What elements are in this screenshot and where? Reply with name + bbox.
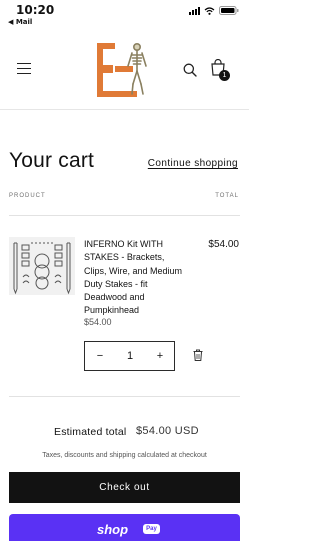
continue-shopping-link[interactable]: Continue shopping — [148, 158, 238, 169]
status-bar: 10:20 ◀ Mail — [0, 0, 249, 30]
estimated-total-value: $54.00 USD — [136, 425, 199, 437]
column-header-product: PRODUCT — [9, 193, 46, 199]
checkout-button[interactable]: Check out — [9, 472, 240, 503]
site-header: 1 — [0, 30, 249, 110]
menu-icon[interactable] — [17, 63, 31, 75]
quantity-decrease-button[interactable]: − — [90, 342, 110, 370]
shop-pay-logo-text: shop — [97, 522, 129, 537]
status-time: 10:20 — [16, 3, 55, 17]
page-title: Your cart — [9, 149, 95, 172]
quantity-increase-button[interactable]: + — [150, 342, 170, 370]
skeleton-logo[interactable] — [93, 39, 155, 101]
divider — [9, 396, 240, 397]
product-title[interactable]: INFERNO Kit WITH STAKES - Brackets, Clip… — [84, 238, 186, 318]
quantity-input[interactable]: 1 — [116, 342, 144, 370]
wifi-icon — [204, 6, 215, 15]
cart-count-badge: 1 — [219, 70, 230, 81]
shop-pay-logo-pill: Pay — [143, 524, 160, 534]
column-header-total: TOTAL — [215, 193, 239, 199]
battery-icon — [219, 6, 239, 15]
estimated-total-label: Estimated total — [54, 426, 127, 438]
search-icon[interactable] — [183, 63, 197, 77]
quantity-stepper: − 1 + — [84, 341, 175, 371]
tax-note: Taxes, discounts and shipping calculated… — [42, 452, 207, 459]
signal-icon — [189, 6, 200, 15]
product-image[interactable] — [9, 237, 75, 295]
shop-pay-button[interactable]: shop Pay — [9, 514, 240, 541]
trash-icon[interactable] — [193, 349, 203, 361]
divider — [9, 215, 240, 216]
product-unit-price: $54.00 — [84, 317, 112, 327]
line-item-total: $54.00 — [208, 239, 239, 250]
status-icons — [189, 6, 239, 15]
back-to-mail-link[interactable]: ◀ Mail — [8, 18, 32, 26]
